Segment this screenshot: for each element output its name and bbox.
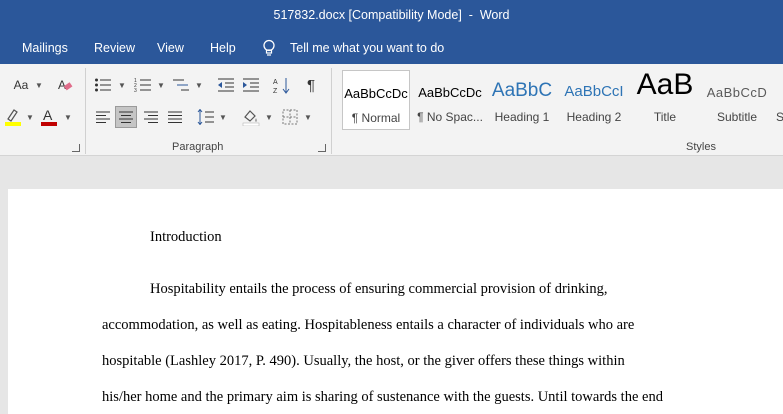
multilevel-list-icon[interactable] xyxy=(170,74,192,96)
paragraph-line: his/her home and the primary aim is shar… xyxy=(102,389,663,405)
chevron-down-icon[interactable]: ▼ xyxy=(157,81,165,90)
tab-view[interactable]: View xyxy=(157,41,184,55)
sort-icon[interactable]: AZ xyxy=(271,74,293,96)
numbering-icon[interactable]: 123 xyxy=(132,74,154,96)
style-subtitle[interactable]: AaBbCcD Subtitle xyxy=(703,70,771,130)
highlight-color-icon[interactable] xyxy=(2,106,24,128)
style-title[interactable]: AaB Title xyxy=(633,70,697,130)
document-heading: Introduction xyxy=(150,229,222,245)
title-bar: 517832.docx [Compatibility Mode] - Word xyxy=(0,0,783,34)
chevron-down-icon[interactable]: ▼ xyxy=(26,113,34,122)
ribbon-panel: Aa ▼ A ▼ A ▼ ▼ 123 ▼ ▼ AZ ¶ ▼ ▼ ▼ Paragr… xyxy=(0,64,783,156)
justify-icon[interactable] xyxy=(164,106,186,128)
bullets-icon[interactable] xyxy=(92,74,114,96)
borders-icon[interactable] xyxy=(279,106,301,128)
paragraph-line: hospitable (Lashley 2017, P. 490). Usual… xyxy=(102,353,625,369)
style-label: Subtitle xyxy=(716,110,758,124)
tab-mailings[interactable]: Mailings xyxy=(22,41,68,55)
change-case-button[interactable]: Aa xyxy=(8,74,34,96)
style-label: Title xyxy=(653,110,677,124)
svg-text:A: A xyxy=(273,79,278,86)
lightbulb-icon[interactable] xyxy=(262,39,276,57)
align-left-icon[interactable] xyxy=(92,106,114,128)
svg-text:A: A xyxy=(58,78,66,92)
font-dialog-launcher-icon[interactable] xyxy=(72,144,80,152)
chevron-down-icon[interactable]: ▼ xyxy=(35,81,43,90)
group-divider xyxy=(85,68,86,154)
chevron-down-icon[interactable]: ▼ xyxy=(195,81,203,90)
tab-help[interactable]: Help xyxy=(210,41,236,55)
align-right-icon[interactable] xyxy=(140,106,162,128)
chevron-down-icon[interactable]: ▼ xyxy=(265,113,273,122)
window-title: 517832.docx [Compatibility Mode] - Word xyxy=(273,8,510,22)
style-heading-1[interactable]: AaBbC Heading 1 xyxy=(489,70,555,130)
paragraph-line: accommodation, as well as eating. Hospit… xyxy=(102,317,635,333)
style-label: ¶ Normal xyxy=(351,111,401,125)
line-spacing-icon[interactable] xyxy=(195,106,217,128)
style-label: S xyxy=(776,110,783,124)
group-divider xyxy=(331,68,332,154)
pilcrow-show-formatting-icon[interactable]: ¶ xyxy=(300,74,322,96)
style-label: Heading 2 xyxy=(566,110,622,124)
paragraph-group-label: Paragraph xyxy=(172,141,224,153)
style-sample: AaBbCcDc xyxy=(418,85,482,100)
style-sample: AaBbCcI xyxy=(564,83,624,100)
decrease-indent-icon[interactable] xyxy=(215,74,237,96)
chevron-down-icon[interactable]: ▼ xyxy=(64,113,72,122)
style-heading-2[interactable]: AaBbCcI Heading 2 xyxy=(561,70,627,130)
font-color-icon[interactable]: A xyxy=(38,106,60,128)
style-sample: AaBbCcD xyxy=(706,85,768,100)
style-label: Heading 1 xyxy=(494,110,550,124)
chevron-down-icon[interactable]: ▼ xyxy=(304,113,312,122)
tell-me-search[interactable]: Tell me what you want to do xyxy=(290,41,444,55)
style-sample: AaBbCcDc xyxy=(344,86,408,101)
styles-gallery: AaBbCcDc ¶ Normal AaBbCcDc ¶ No Spac... … xyxy=(340,70,783,130)
style-no-spacing[interactable]: AaBbCcDc ¶ No Spac... xyxy=(415,70,485,130)
styles-group-label: Styles xyxy=(686,141,716,153)
style-sample: AaBbC xyxy=(491,80,553,101)
increase-indent-icon[interactable] xyxy=(240,74,262,96)
paragraph-dialog-launcher-icon[interactable] xyxy=(318,144,326,152)
document-page[interactable]: Introduction Hospitability entails the p… xyxy=(8,189,783,414)
change-case-label: Aa xyxy=(13,78,29,92)
chevron-down-icon[interactable]: ▼ xyxy=(219,113,227,122)
style-normal[interactable]: AaBbCcDc ¶ Normal xyxy=(342,70,410,130)
svg-text:3: 3 xyxy=(134,88,137,93)
tab-review[interactable]: Review xyxy=(94,41,135,55)
align-center-icon[interactable] xyxy=(115,106,137,128)
ribbon-tabs: Mailings Review View Help Tell me what y… xyxy=(0,34,783,64)
style-more[interactable]: S xyxy=(776,70,783,130)
chevron-down-icon[interactable]: ▼ xyxy=(118,81,126,90)
style-label: ¶ No Spac... xyxy=(417,110,483,124)
shading-icon[interactable] xyxy=(240,106,262,128)
style-sample: AaB xyxy=(636,70,694,101)
paragraph-line: Hospitability entails the process of ens… xyxy=(150,281,608,297)
svg-text:Z: Z xyxy=(273,88,278,94)
clear-formatting-icon[interactable]: A xyxy=(54,74,76,96)
svg-text:A: A xyxy=(43,107,53,123)
